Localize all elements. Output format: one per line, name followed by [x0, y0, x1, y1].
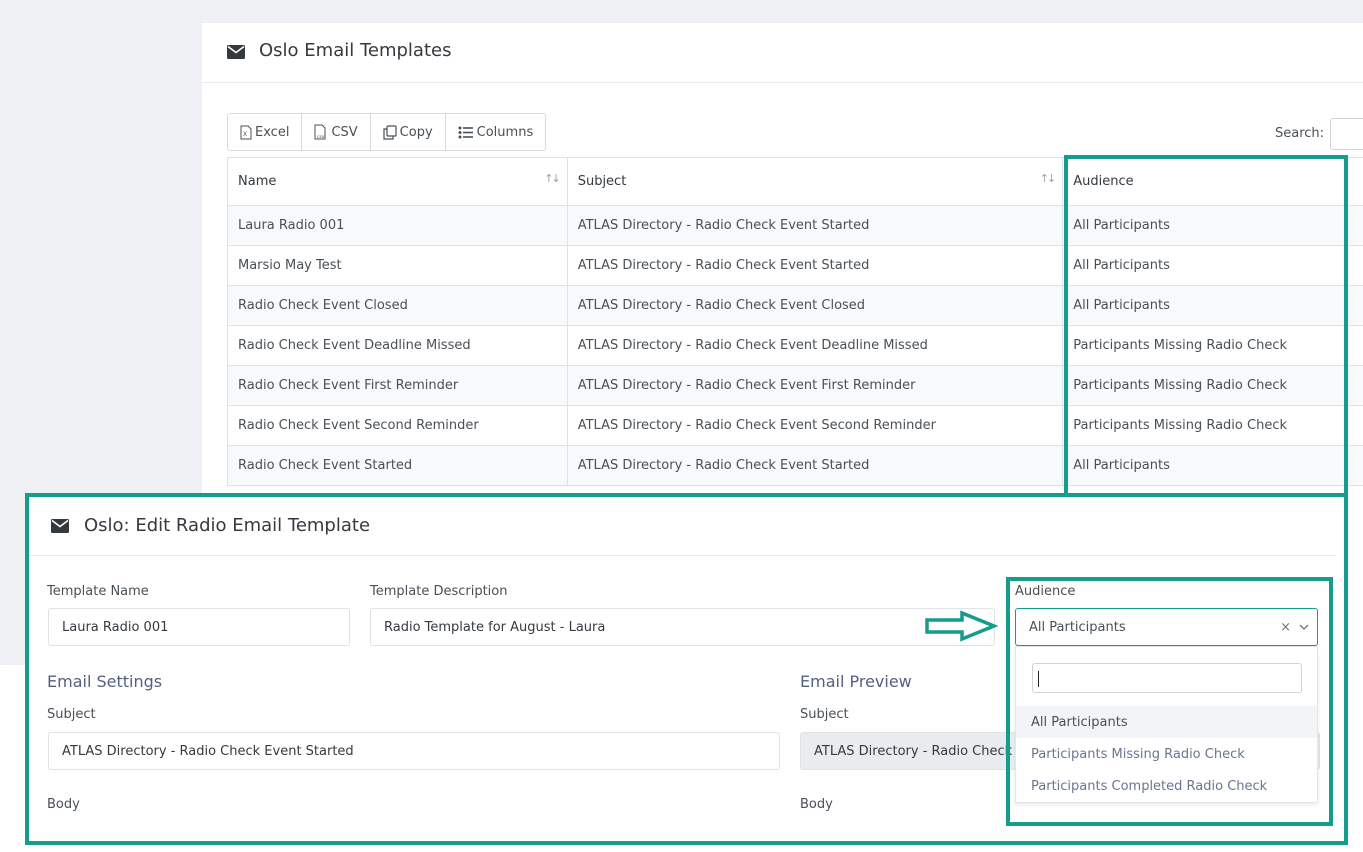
email-preview-heading: Email Preview — [800, 672, 912, 691]
cell-subject: ATLAS Directory - Radio Check Event Star… — [566, 245, 1064, 286]
template-description-label: Template Description — [370, 584, 508, 599]
edit-card-header: Oslo: Edit Radio Email Template — [29, 497, 1336, 556]
columns-button-label: Columns — [476, 124, 534, 140]
cell-subject: ATLAS Directory - Radio Check Event Dead… — [566, 325, 1064, 366]
excel-file-icon: X — [240, 125, 252, 139]
search-label: Search: — [1275, 126, 1325, 141]
export-button-group: X Excel csv CSV Copy Columns — [227, 113, 547, 151]
template-description-value: Radio Template for August - Laura — [384, 619, 606, 635]
settings-subject-field[interactable]: ATLAS Directory - Radio Check Event Star… — [48, 732, 780, 770]
copy-icon — [383, 124, 397, 140]
page-title: Oslo Email Templates — [259, 40, 452, 61]
excel-button[interactable]: X Excel — [228, 114, 303, 150]
cell-name: Marsio May Test — [227, 245, 568, 286]
cell-subject: ATLAS Directory - Radio Check Event Seco… — [566, 405, 1064, 446]
svg-text:X: X — [243, 131, 247, 138]
list-icon — [458, 126, 473, 138]
csv-button-label: CSV — [331, 124, 358, 140]
excel-button-label: Excel — [255, 124, 290, 140]
preview-body-label: Body — [800, 797, 833, 812]
cell-name: Radio Check Event First Reminder — [227, 365, 568, 406]
settings-subject-value: ATLAS Directory - Radio Check Event Star… — [62, 743, 354, 759]
cell-subject: ATLAS Directory - Radio Check Event Star… — [566, 205, 1064, 246]
template-description-field[interactable]: Radio Template for August - Laura — [370, 608, 995, 646]
cell-name: Radio Check Event Started — [227, 445, 568, 486]
cell-name: Radio Check Event Deadline Missed — [227, 325, 568, 366]
sort-icon: ↑↓ — [544, 172, 561, 185]
column-header-subject[interactable]: Subject ↑↓ — [566, 157, 1064, 206]
audience-column-highlight — [1064, 155, 1348, 495]
settings-subject-label: Subject — [47, 707, 96, 722]
audience-field-highlight — [1006, 577, 1333, 826]
column-header-label: Subject — [577, 174, 627, 189]
columns-button[interactable]: Columns — [446, 114, 546, 150]
edit-card-title: Oslo: Edit Radio Email Template — [84, 515, 371, 536]
cell-name: Laura Radio 001 — [227, 205, 568, 246]
preview-subject-label: Subject — [800, 707, 849, 722]
cell-name: Radio Check Event Closed — [227, 285, 568, 326]
cell-subject: ATLAS Directory - Radio Check Event Clos… — [566, 285, 1064, 326]
arrow-right-icon — [925, 610, 998, 642]
svg-text:csv: csv — [317, 135, 325, 140]
settings-body-label: Body — [47, 797, 80, 812]
column-header-label: Name — [238, 174, 277, 189]
email-settings-heading: Email Settings — [47, 672, 163, 691]
envelope-icon — [227, 45, 245, 59]
envelope-icon — [51, 519, 69, 533]
copy-button[interactable]: Copy — [371, 114, 446, 150]
sort-icon: ↑↓ — [1039, 172, 1057, 185]
copy-button-label: Copy — [399, 124, 433, 140]
column-header-name[interactable]: Name ↑↓ — [227, 157, 568, 206]
csv-file-icon: csv — [314, 124, 326, 140]
cell-name: Radio Check Event Second Reminder — [227, 405, 568, 446]
template-name-label: Template Name — [47, 584, 149, 599]
cell-subject: ATLAS Directory - Radio Check Event Star… — [566, 445, 1064, 486]
cell-subject: ATLAS Directory - Radio Check Event Firs… — [566, 365, 1064, 406]
search-input[interactable] — [1330, 118, 1363, 150]
templates-card-header: Oslo Email Templates — [202, 23, 1363, 83]
template-name-field[interactable]: Laura Radio 001 — [48, 608, 350, 646]
template-name-value: Laura Radio 001 — [62, 619, 169, 635]
csv-button[interactable]: csv CSV — [302, 114, 371, 150]
